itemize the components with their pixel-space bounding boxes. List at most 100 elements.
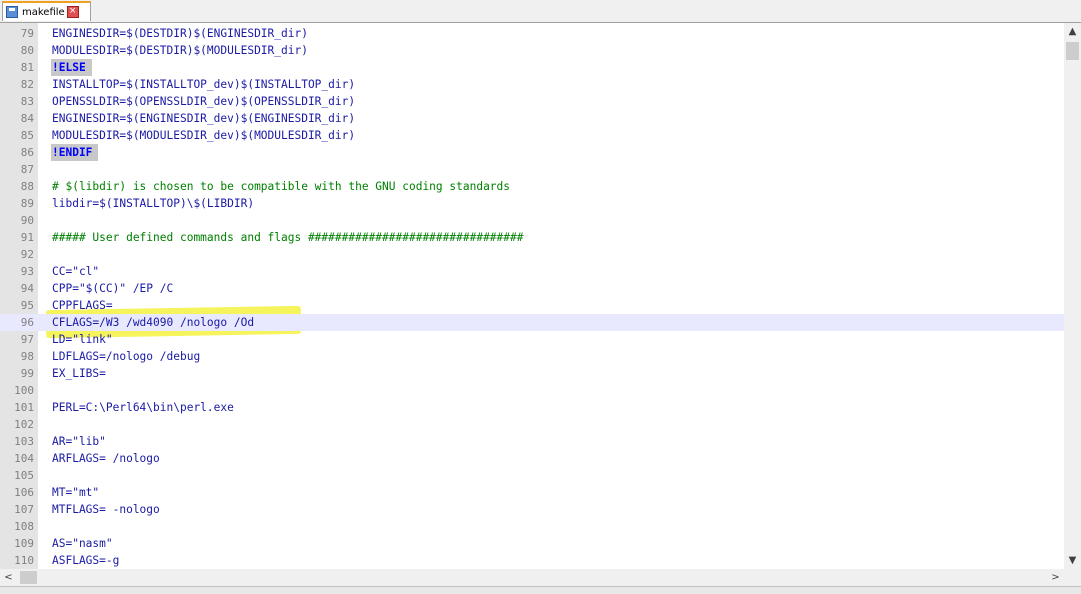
horizontal-scrollbar[interactable]: < > (0, 569, 1064, 586)
tab-label: makefile (22, 6, 65, 18)
line-number: 106 (14, 486, 34, 499)
line-number: 107 (14, 503, 34, 516)
line-number: 83 (20, 95, 34, 108)
line-number: 101 (14, 401, 34, 414)
code-line[interactable]: 85 MODULESDIR=$(MODULESDIR_dev)$(MODULESD… (0, 127, 1064, 144)
code-line[interactable]: 82 INSTALLTOP=$(INSTALLTOP_dev)$(INSTALLT… (0, 76, 1064, 93)
code-line[interactable]: 93 CC="cl" (0, 263, 1064, 280)
line-number: 96 (20, 316, 34, 329)
code-line[interactable]: 94 CPP="$(CC)" /EP /C (0, 280, 1064, 297)
close-icon[interactable]: × (66, 6, 79, 18)
code-line[interactable]: 105 (0, 467, 1064, 484)
code-text: # $(libdir) is chosen to be compatible w… (52, 180, 511, 193)
code-line[interactable]: 91 ##### User defined commands and flags … (0, 229, 1064, 246)
scroll-right-arrow-icon[interactable]: > (1047, 569, 1064, 586)
code-line[interactable]: 98 LDFLAGS=/nologo /debug (0, 348, 1064, 365)
code-line[interactable]: 83 OPENSSLDIR=$(OPENSSLDIR_dev)$(OPENSSLD… (0, 93, 1064, 110)
code-line[interactable]: 100 (0, 382, 1064, 399)
code-text: ENGINESDIR=$(ENGINESDIR_dev)$(ENGINESDIR… (52, 112, 356, 125)
scroll-down-arrow-icon[interactable]: ▼ (1064, 552, 1081, 569)
code-line[interactable]: 79 ENGINESDIR=$(DESTDIR)$(ENGINESDIR_dir) (0, 25, 1064, 42)
line-number: 85 (20, 129, 34, 142)
line-number: 79 (20, 27, 34, 40)
code-line[interactable]: 99 EX_LIBS= (0, 365, 1064, 382)
scroll-left-arrow-icon[interactable]: < (0, 569, 17, 586)
code-line[interactable]: 104 ARFLAGS= /nologo (0, 450, 1064, 467)
line-number: 108 (14, 520, 34, 533)
line-number: 99 (20, 367, 34, 380)
code-text: !ENDIF (51, 144, 99, 161)
code-line[interactable]: 107 MTFLAGS= -nologo (0, 501, 1064, 518)
code-text: EX_LIBS= (52, 367, 106, 380)
code-text: ENGINESDIR=$(DESTDIR)$(ENGINESDIR_dir) (52, 27, 308, 40)
line-number: 105 (14, 469, 34, 482)
code-line[interactable]: 89 libdir=$(INSTALLTOP)\$(LIBDIR) (0, 195, 1064, 212)
code-line[interactable]: 88 # $(libdir) is chosen to be compatible… (0, 178, 1064, 195)
code-line[interactable]: 86 !ENDIF (0, 144, 1064, 161)
code-line[interactable]: 84 ENGINESDIR=$(ENGINESDIR_dev)$(ENGINESD… (0, 110, 1064, 127)
code-text: MODULESDIR=$(MODULESDIR_dev)$(MODULESDIR… (52, 129, 356, 142)
line-number: 98 (20, 350, 34, 363)
code-editor[interactable]: 79 ENGINESDIR=$(DESTDIR)$(ENGINESDIR_dir)… (0, 23, 1064, 569)
line-number: 109 (14, 537, 34, 550)
code-text: CC="cl" (52, 265, 100, 278)
code-text: AR="lib" (52, 435, 106, 448)
code-text: MODULESDIR=$(DESTDIR)$(MODULESDIR_dir) (52, 44, 308, 57)
line-number: 87 (20, 163, 34, 176)
line-number: 94 (20, 282, 34, 295)
horizontal-scroll-thumb[interactable] (20, 571, 37, 584)
line-number: 103 (14, 435, 34, 448)
code-text: MTFLAGS= -nologo (52, 503, 160, 516)
code-line[interactable]: 96 CFLAGS=/W3 /wd4090 /nologo /Od (0, 314, 1064, 331)
tab-makefile[interactable]: makefile × (2, 1, 91, 21)
code-line[interactable]: 87 (0, 161, 1064, 178)
line-number: 80 (20, 44, 34, 57)
code-text: OPENSSLDIR=$(OPENSSLDIR_dev)$(OPENSSLDIR… (52, 95, 356, 108)
line-number: 81 (20, 61, 34, 74)
code-line[interactable]: 90 (0, 212, 1064, 229)
code-text: CPPFLAGS= (52, 299, 113, 312)
code-line[interactable]: 110 ASFLAGS=-g (0, 552, 1064, 569)
code-line[interactable]: 106 MT="mt" (0, 484, 1064, 501)
code-text: INSTALLTOP=$(INSTALLTOP_dev)$(INSTALLTOP… (52, 78, 356, 91)
code-line[interactable]: 102 (0, 416, 1064, 433)
code-text: !ELSE (51, 59, 92, 76)
line-number: 92 (20, 248, 34, 261)
line-number: 89 (20, 197, 34, 210)
line-number: 104 (14, 452, 34, 465)
line-number: 102 (14, 418, 34, 431)
code-text: CPP="$(CC)" /EP /C (52, 282, 174, 295)
vertical-scroll-thumb[interactable] (1066, 42, 1079, 60)
code-line[interactable]: 92 (0, 246, 1064, 263)
code-text: LDFLAGS=/nologo /debug (52, 350, 201, 363)
line-number: 91 (20, 231, 34, 244)
code-text: libdir=$(INSTALLTOP)\$(LIBDIR) (52, 197, 255, 210)
line-number: 97 (20, 333, 34, 346)
code-text: CFLAGS=/W3 /wd4090 /nologo /Od (52, 316, 255, 329)
tab-bar: makefile × (0, 0, 1081, 23)
code-text: PERL=C:\Perl64\bin\perl.exe (52, 401, 234, 414)
code-line[interactable]: 109 AS="nasm" (0, 535, 1064, 552)
line-number: 110 (14, 554, 34, 567)
code-text: ##### User defined commands and flags ##… (52, 231, 524, 244)
line-number: 100 (14, 384, 34, 397)
scroll-up-arrow-icon[interactable]: ▲ (1064, 23, 1081, 40)
vertical-scrollbar[interactable]: ▲ ▼ (1064, 23, 1081, 569)
code-line[interactable]: 80 MODULESDIR=$(DESTDIR)$(MODULESDIR_dir) (0, 42, 1064, 59)
code-line[interactable]: 101 PERL=C:\Perl64\bin\perl.exe (0, 399, 1064, 416)
line-number: 86 (20, 146, 34, 159)
code-text: AS="nasm" (52, 537, 113, 550)
code-line[interactable]: 108 (0, 518, 1064, 535)
save-icon (6, 6, 18, 18)
code-text: LD="link" (52, 333, 113, 346)
scrollbar-corner (1064, 569, 1081, 586)
line-number: 82 (20, 78, 34, 91)
code-line[interactable]: 95 CPPFLAGS= (0, 297, 1064, 314)
line-number: 90 (20, 214, 34, 227)
line-number: 88 (20, 180, 34, 193)
code-text: ARFLAGS= /nologo (52, 452, 160, 465)
code-line[interactable]: 103 AR="lib" (0, 433, 1064, 450)
code-line[interactable]: 81 !ELSE (0, 59, 1064, 76)
code-line[interactable]: 97 LD="link" (0, 331, 1064, 348)
line-number: 95 (20, 299, 34, 312)
